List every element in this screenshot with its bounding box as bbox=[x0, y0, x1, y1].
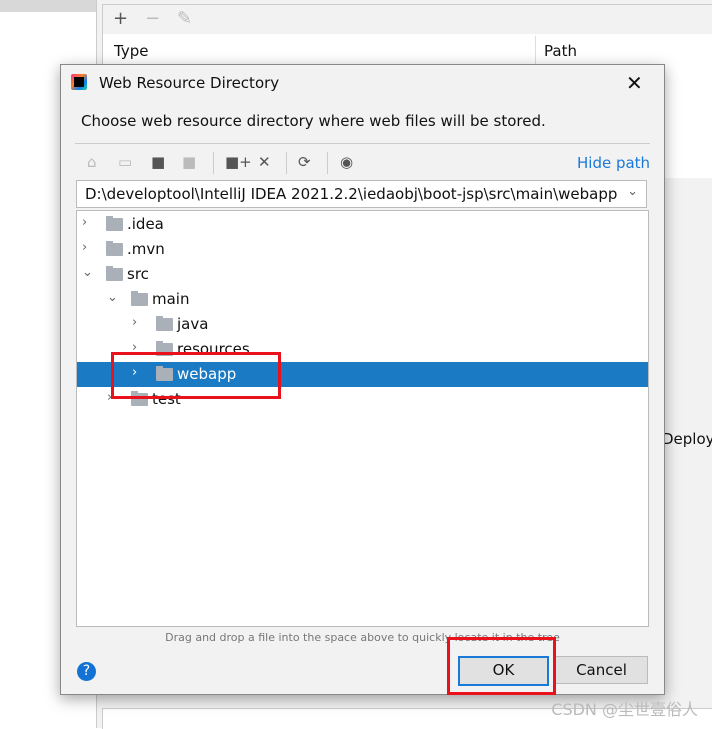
chevron-down-icon[interactable]: ⌄ bbox=[627, 184, 638, 199]
path-value[interactable]: D:\developtool\IntelliJ IDEA 2021.2.2\ie… bbox=[85, 185, 617, 203]
refresh-icon[interactable]: ⟳ bbox=[298, 153, 311, 171]
new-folder-icon[interactable]: ■+ bbox=[225, 153, 252, 171]
highlight-box-ok bbox=[447, 637, 556, 695]
minus-icon[interactable]: − bbox=[145, 8, 160, 29]
column-divider bbox=[535, 36, 536, 66]
chevron-down-icon[interactable]: ⌄ bbox=[82, 265, 93, 280]
folder-icon bbox=[106, 241, 123, 256]
toolbar-separator bbox=[286, 152, 287, 174]
tree-node-label: .mvn bbox=[127, 240, 165, 258]
drag-drop-hint: Drag and drop a file into the space abov… bbox=[165, 631, 560, 644]
folder-icon bbox=[131, 291, 148, 306]
folder-icon bbox=[106, 266, 123, 281]
tree-node[interactable]: › java bbox=[77, 312, 648, 337]
delete-icon[interactable]: ✕ bbox=[258, 153, 271, 171]
module-folder-icon[interactable]: ■ bbox=[182, 153, 196, 171]
plus-icon[interactable]: + bbox=[113, 8, 128, 29]
tree-node-label: java bbox=[177, 315, 209, 333]
tree-node-label: main bbox=[152, 290, 190, 308]
help-icon[interactable]: ? bbox=[77, 662, 96, 681]
chevron-right-icon[interactable]: › bbox=[82, 240, 87, 255]
chevron-down-icon[interactable]: ⌄ bbox=[107, 290, 118, 305]
hide-path-link[interactable]: Hide path bbox=[577, 154, 650, 172]
divider bbox=[75, 143, 650, 144]
chevron-right-icon[interactable]: › bbox=[82, 215, 87, 230]
cancel-button[interactable]: Cancel bbox=[555, 656, 648, 684]
path-combobox[interactable]: D:\developtool\IntelliJ IDEA 2021.2.2\ie… bbox=[76, 180, 647, 208]
show-hidden-icon[interactable]: ◉ bbox=[340, 153, 353, 171]
dialog-title: Web Resource Directory bbox=[99, 74, 280, 92]
project-folder-icon[interactable]: ■ bbox=[151, 153, 165, 171]
pencil-icon[interactable]: ✎ bbox=[177, 8, 192, 29]
tree-node[interactable]: › .mvn bbox=[77, 237, 648, 262]
tree-node[interactable]: › .idea bbox=[77, 212, 648, 237]
toolbar-separator bbox=[327, 152, 328, 174]
home-icon[interactable]: ⌂ bbox=[87, 153, 97, 171]
folder-icon bbox=[156, 316, 173, 331]
intellij-logo-icon bbox=[71, 74, 87, 90]
tree-node-label: .idea bbox=[127, 215, 164, 233]
chevron-right-icon[interactable]: › bbox=[132, 315, 137, 330]
dialog-subtitle: Choose web resource directory where web … bbox=[81, 112, 546, 130]
background-left-bar bbox=[0, 0, 96, 12]
toolbar-separator bbox=[213, 152, 214, 174]
desktop-icon[interactable]: ▭ bbox=[118, 153, 132, 171]
watermark: CSDN @尘世壹俗人 bbox=[551, 700, 698, 719]
background-toolbar: + − ✎ bbox=[102, 4, 712, 36]
tree-node[interactable]: ⌄ main bbox=[77, 287, 648, 312]
highlight-box-webapp bbox=[111, 352, 281, 399]
tree-node-label: src bbox=[127, 265, 149, 283]
column-header-path[interactable]: Path bbox=[544, 42, 577, 60]
folder-icon bbox=[106, 216, 123, 231]
column-header-type[interactable]: Type bbox=[114, 42, 148, 60]
deploy-label: Deploy bbox=[662, 430, 712, 448]
directory-tree[interactable]: › .idea › .mvn ⌄ src ⌄ main › java › resources › weba… bbox=[76, 210, 649, 627]
tree-node[interactable]: ⌄ src bbox=[77, 262, 648, 287]
close-icon[interactable]: ✕ bbox=[626, 71, 643, 95]
